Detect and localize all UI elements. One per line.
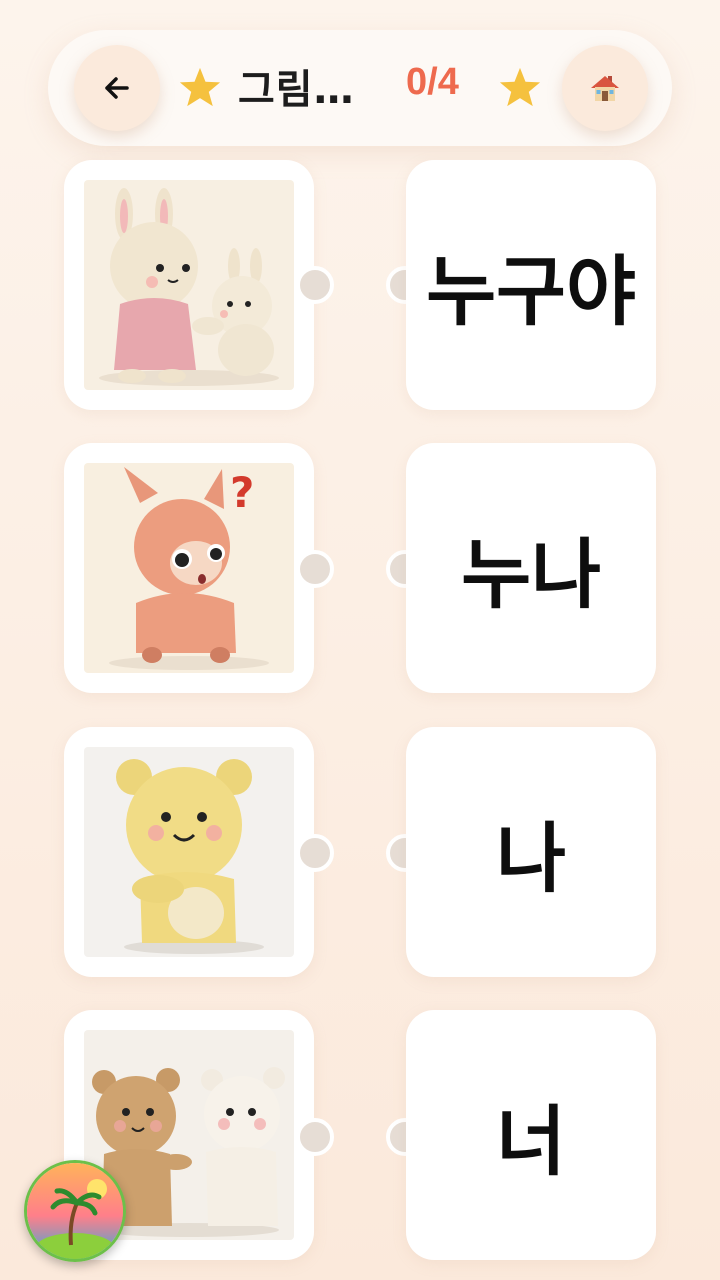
connector-dot-left-1[interactable] [296,266,334,304]
palm-island-icon [27,1163,123,1259]
home-button[interactable] [562,45,648,131]
connector-dot-left-3[interactable] [296,834,334,872]
word-label: 나 [496,814,566,903]
page-title: 그림… [238,67,355,113]
island-logo-button[interactable] [24,1160,126,1262]
word-card-1[interactable]: 누구야 [406,160,656,410]
picture-card-3[interactable] [64,727,314,977]
yellow-bear-image [84,747,294,957]
rabbit-mother-baby-image [84,180,294,390]
word-label: 누구야 [426,247,636,336]
arrow-left-icon [105,77,129,99]
word-card-2[interactable]: 누나 [406,443,656,693]
picture-card-1[interactable] [64,160,314,410]
word-card-3[interactable]: 나 [406,727,656,977]
word-label: 너 [496,1097,566,1186]
word-label: 누나 [461,530,601,619]
star-icon [499,67,541,107]
word-card-4[interactable]: 너 [406,1010,656,1260]
picture-card-2[interactable]: ? [64,443,314,693]
house-icon [591,76,619,101]
connector-dot-left-4[interactable] [296,1118,334,1156]
header-bar: 그림… 0/4 [48,30,672,146]
connector-dot-left-2[interactable] [296,550,334,588]
score-counter: 0/4 [406,61,459,103]
svg-text:?: ? [230,468,254,517]
confused-deer-image: ? [84,463,294,673]
star-icon [179,67,221,107]
back-button[interactable] [74,45,160,131]
